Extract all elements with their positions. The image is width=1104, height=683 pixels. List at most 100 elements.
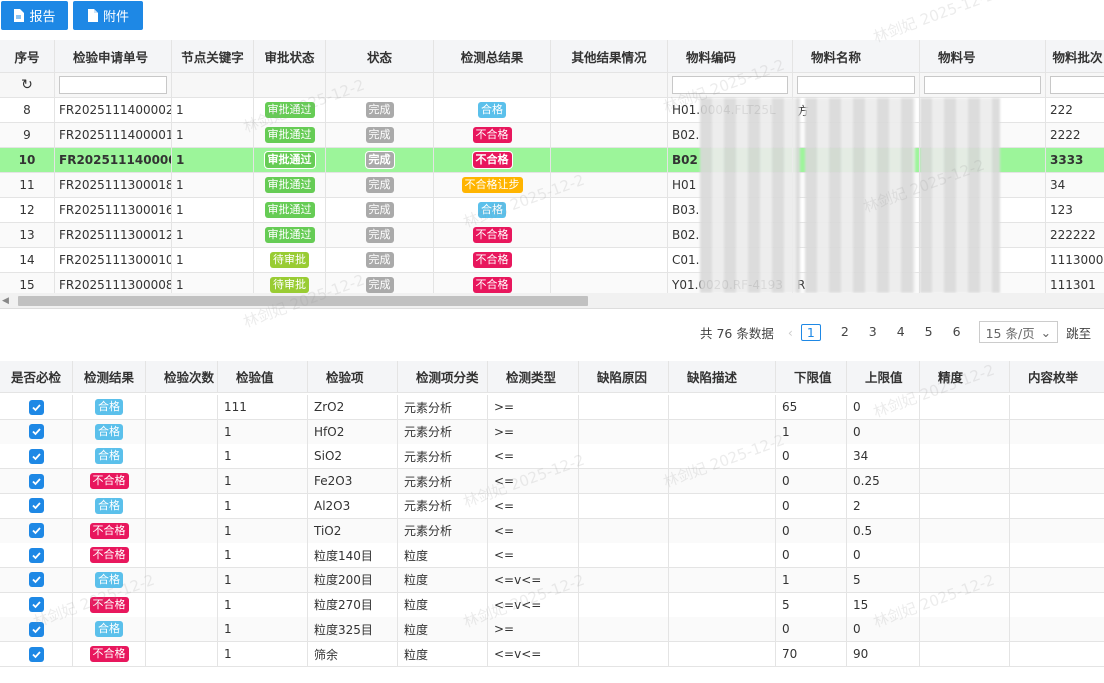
column-header[interactable]: 物料号 — [920, 40, 1046, 73]
table-cell: 不合格 — [434, 248, 551, 273]
table-row[interactable]: 合格 1 粒度325目 粒度 >= 0 0 — [0, 617, 1104, 643]
table-cell: 不合格 — [73, 518, 146, 544]
checkbox-checked-icon[interactable] — [28, 547, 44, 563]
column-header[interactable]: 其他结果情况 — [551, 40, 668, 73]
table-cell — [669, 642, 776, 667]
status-badge: 不合格 — [472, 227, 512, 243]
column-header[interactable]: 序号 — [0, 40, 55, 73]
column-header[interactable]: 检验申请单号 — [55, 40, 172, 73]
table-cell: 0 — [776, 469, 847, 495]
horizontal-scrollbar[interactable]: ◀ — [0, 293, 1104, 309]
column-header[interactable]: 检测类型 — [488, 361, 579, 393]
table-cell — [146, 592, 218, 618]
column-header[interactable]: 节点关键字 — [172, 40, 254, 73]
table-cell: 审批通过 — [254, 98, 326, 123]
column-header[interactable]: 检测结果 — [73, 361, 146, 393]
table-cell — [669, 469, 776, 495]
page-number[interactable]: 4 — [897, 324, 905, 341]
checkbox-checked-icon[interactable] — [28, 646, 44, 662]
column-header[interactable]: 物料名称 — [793, 40, 920, 73]
table-cell: 合格 — [73, 395, 146, 420]
checkbox-checked-icon[interactable] — [28, 597, 44, 613]
filter-input[interactable] — [1050, 76, 1104, 94]
table-cell — [146, 444, 218, 470]
column-header[interactable]: 状态 — [326, 40, 434, 73]
page-number[interactable]: 3 — [869, 324, 877, 341]
table-row[interactable]: 合格 1 Al2O3 元素分析 <= 0 2 — [0, 493, 1104, 519]
column-header[interactable]: 物料批次 — [1046, 40, 1104, 73]
chevron-left-icon[interactable]: ‹ — [788, 325, 793, 340]
checkbox-checked-icon[interactable] — [28, 498, 44, 514]
checkbox-checked-icon[interactable] — [28, 621, 44, 637]
table-cell: 1 — [218, 419, 308, 445]
status-badge: 合格 — [478, 202, 506, 218]
table-cell: 1 — [172, 98, 254, 123]
column-header[interactable]: 物料编码 — [668, 40, 793, 73]
column-header[interactable]: 缺陷描述 — [669, 361, 776, 393]
filter-cell — [668, 73, 793, 98]
column-header[interactable]: 审批状态 — [254, 40, 326, 73]
column-header[interactable]: 下限值 — [776, 361, 847, 393]
table-row[interactable]: 合格 1 粒度200目 粒度 <=v<= 1 5 — [0, 567, 1104, 593]
table-cell — [146, 469, 218, 495]
table-cell: 粒度325目 — [308, 617, 398, 643]
table-cell: 0 — [776, 518, 847, 544]
table-row[interactable]: 不合格 1 TiO2 元素分析 <= 0 0.5 — [0, 518, 1104, 544]
column-header[interactable]: 上限值 — [847, 361, 920, 393]
table-cell: 粒度270目 — [308, 592, 398, 618]
table-row[interactable]: 不合格 1 筛余 粒度 <=v<= 70 90 — [0, 642, 1104, 667]
table-cell — [920, 518, 1010, 544]
page-number[interactable]: 2 — [841, 324, 849, 341]
table-cell: FR20251113000089 — [55, 273, 172, 293]
column-header[interactable]: 内容枚举 — [1010, 361, 1104, 393]
refresh-icon[interactable]: ↻ — [21, 77, 33, 93]
filter-input[interactable] — [797, 76, 915, 94]
column-header[interactable]: 检验值 — [218, 361, 308, 393]
table-cell — [1010, 543, 1104, 569]
checkbox-checked-icon[interactable] — [28, 424, 44, 440]
checkbox-checked-icon[interactable] — [28, 399, 44, 415]
checkbox-checked-icon[interactable] — [28, 523, 44, 538]
table-cell — [1010, 444, 1104, 470]
scrollbar-thumb[interactable] — [18, 296, 588, 306]
table-cell — [920, 567, 1010, 593]
table-cell — [920, 543, 1010, 569]
column-header[interactable]: 检验项 — [308, 361, 398, 393]
filter-input[interactable] — [672, 76, 788, 94]
column-header[interactable]: 精度 — [920, 361, 1010, 393]
filter-cell — [1046, 73, 1104, 98]
checkbox-checked-icon[interactable] — [28, 572, 44, 588]
column-header[interactable]: 是否必检 — [0, 361, 73, 393]
table-row[interactable]: 不合格 1 粒度140目 粒度 <= 0 0 — [0, 543, 1104, 569]
table-row[interactable]: 合格 111 ZrO2 元素分析 >= 65 0 — [0, 395, 1104, 420]
table-cell: 65 — [776, 395, 847, 420]
table-cell: 完成 — [326, 148, 434, 173]
table-cell — [669, 395, 776, 420]
filter-input[interactable] — [59, 76, 167, 94]
page-number[interactable]: 1 — [800, 323, 821, 341]
report-button[interactable]: 报告 — [1, 1, 68, 30]
table-cell — [0, 518, 73, 544]
checkbox-checked-icon[interactable] — [28, 473, 44, 489]
column-header[interactable]: 检测总结果 — [434, 40, 551, 73]
page-number[interactable]: 5 — [925, 324, 933, 341]
filter-input[interactable] — [924, 76, 1041, 94]
column-header[interactable]: 检验次数 — [146, 361, 218, 393]
attachment-button[interactable]: 附件 — [73, 1, 143, 30]
chevron-down-icon: ⌄ — [1040, 324, 1052, 340]
column-header[interactable]: 缺陷原因 — [579, 361, 669, 393]
table-row[interactable]: 合格 1 SiO2 元素分析 <= 0 34 — [0, 444, 1104, 470]
table-row[interactable]: 合格 1 HfO2 元素分析 >= 1 0 — [0, 419, 1104, 445]
goto-label: 跳至 — [1066, 325, 1092, 341]
table-cell: <= — [488, 493, 579, 519]
table-row[interactable]: 不合格 1 粒度270目 粒度 <=v<= 5 15 — [0, 592, 1104, 618]
status-badge: 审批通过 — [264, 202, 315, 218]
table-cell: 待审批 — [254, 248, 326, 273]
page-size-select[interactable]: 15 条/页 ⌄ — [978, 321, 1059, 343]
page-number[interactable]: 6 — [953, 324, 961, 341]
column-header[interactable]: 检测项分类 — [398, 361, 488, 393]
scroll-left-icon[interactable]: ◀ — [2, 296, 9, 306]
checkbox-checked-icon[interactable] — [28, 448, 44, 464]
table-row[interactable]: 不合格 1 Fe2O3 元素分析 <= 0 0.25 — [0, 469, 1104, 495]
result-badge: 不合格 — [89, 646, 129, 662]
